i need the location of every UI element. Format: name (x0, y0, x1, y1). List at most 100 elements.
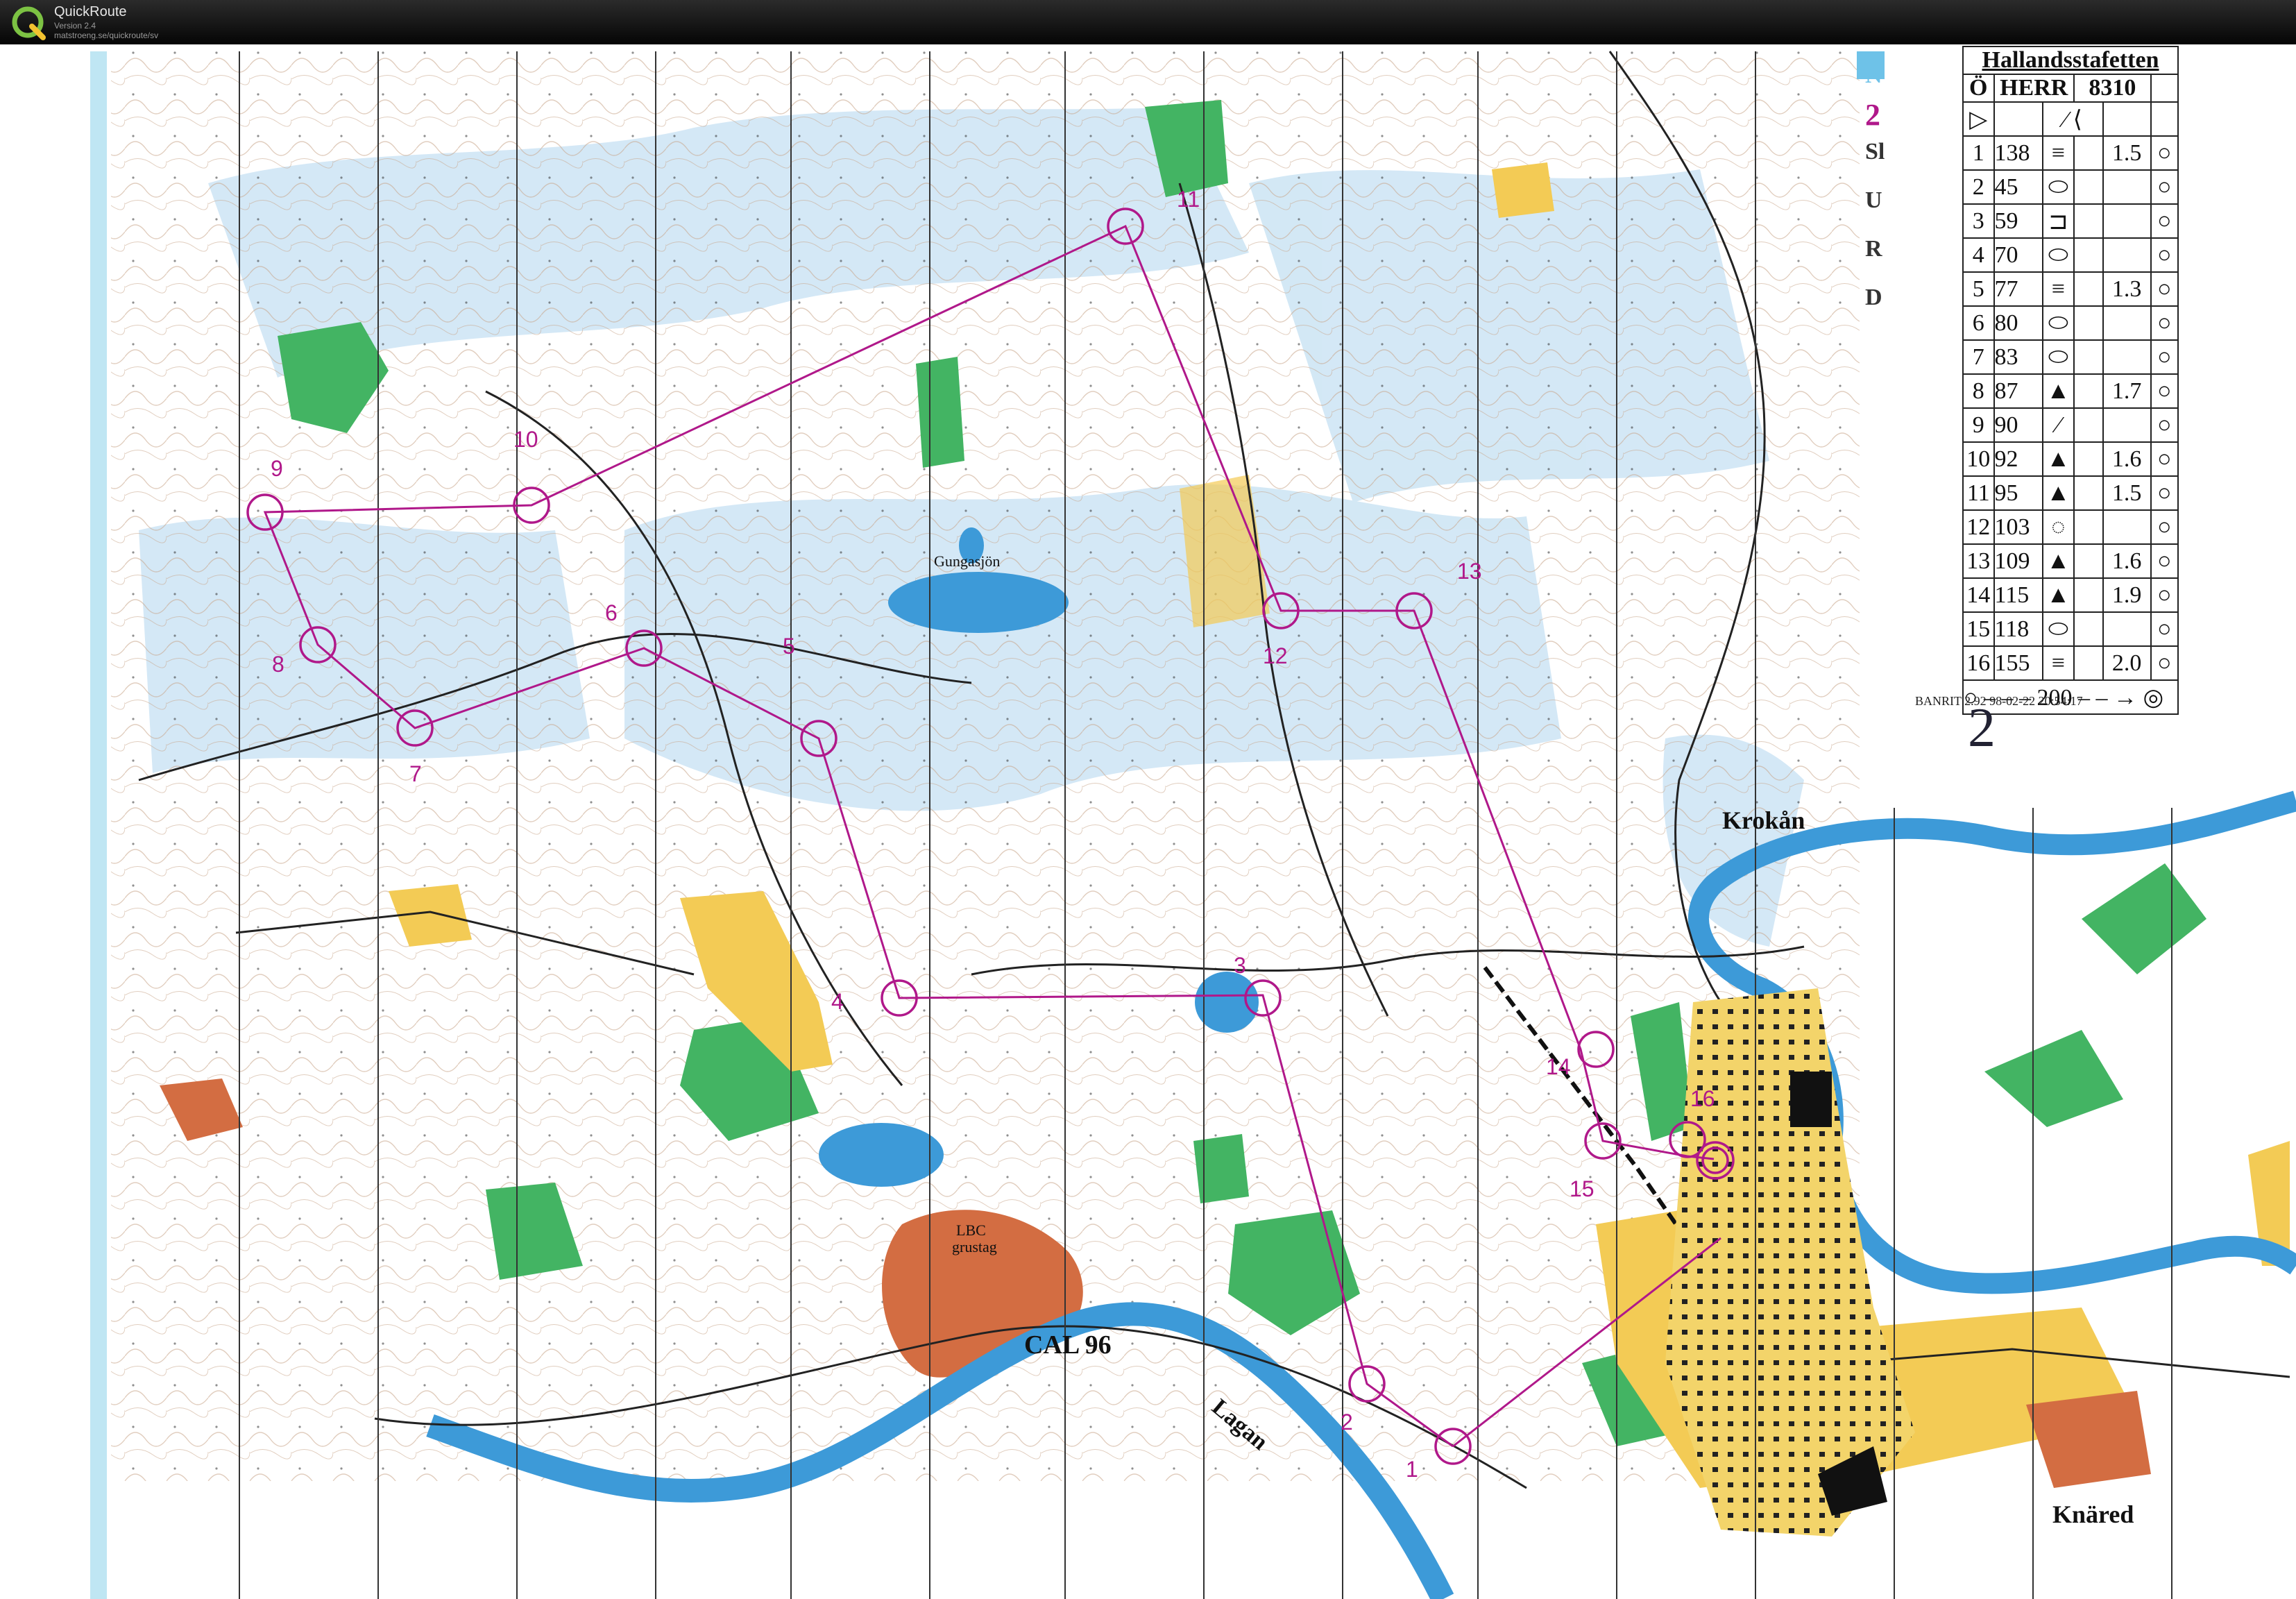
legend-n: N (1865, 62, 1882, 88)
row-number: 13 (1962, 543, 1995, 579)
row-spacer (2073, 543, 2104, 579)
row-distance (2102, 407, 2152, 443)
row-number: 3 (1962, 203, 1995, 239)
row-number: 15 (1962, 611, 1995, 647)
row-location-icon: ○ (2150, 441, 2179, 477)
row-number: 12 (1962, 509, 1995, 545)
control-number-10: 10 (513, 427, 538, 452)
description-row: 3 59 ⊐ ○ (1962, 203, 2179, 239)
row-feature-symbol-icon: ⁄ (2041, 407, 2075, 443)
control-description-sheet: Hallandsstafetten Ö HERR 8310 ▷ ⁄ ⟨ 1 138… (1962, 46, 2179, 716)
row-code: 70 (1993, 237, 2043, 273)
row-distance: 2.0 (2102, 645, 2152, 681)
row-distance: 1.5 (2102, 135, 2152, 171)
quickroute-logo-icon (12, 6, 46, 40)
row-location-icon: ○ (2150, 407, 2179, 443)
row-distance: 1.6 (2102, 441, 2152, 477)
finish-arrow-icon: – – → (2078, 684, 2138, 711)
row-spacer (2073, 237, 2104, 273)
row-spacer (2073, 339, 2104, 375)
row-spacer (2073, 475, 2104, 511)
map-left-edge (90, 51, 107, 1599)
control-number-5: 5 (783, 634, 795, 659)
row-location-icon: ○ (2150, 373, 2179, 409)
description-row: 11 95 ▲ 1.5 ○ (1962, 475, 2179, 511)
row-location-icon: ○ (2150, 645, 2179, 681)
row-spacer (2073, 169, 2104, 205)
row-location-icon: ○ (2150, 339, 2179, 375)
row-distance (2102, 237, 2152, 273)
row-location-icon: ○ (2150, 169, 2179, 205)
row-feature-symbol-icon: ▲ (2041, 475, 2075, 511)
row-number: 6 (1962, 305, 1995, 341)
description-row: 5 77 ≡ 1.3 ○ (1962, 271, 2179, 307)
label-krokan: Krokån (1722, 806, 1805, 834)
row-number: 1 (1962, 135, 1995, 171)
row-spacer (2073, 577, 2104, 613)
row-feature-symbol-icon: ▲ (2041, 577, 2075, 613)
legend-letter-d: D (1865, 285, 1882, 310)
row-spacer (2073, 611, 2104, 647)
row-spacer (2073, 373, 2104, 409)
app-url: matstroeng.se/quickroute/sv (54, 31, 159, 40)
course-footnote: BANRIT 2.92 98-02-22 20:54:17 (1915, 694, 2083, 708)
description-row: 1 138 ≡ 1.5 ○ (1962, 135, 2179, 171)
row-location-icon: ○ (2150, 237, 2179, 273)
row-number: 11 (1962, 475, 1995, 511)
orienteering-map[interactable]: 1 2 3 4 5 6 7 8 9 10 11 12 13 14 15 16 G… (0, 44, 2296, 1599)
row-feature-symbol-icon: ▲ (2041, 373, 2075, 409)
row-spacer (2073, 441, 2104, 477)
row-number: 5 (1962, 271, 1995, 307)
finish-double-circle-icon: ◎ (2143, 684, 2164, 711)
row-feature-symbol-icon: ◌ (2041, 509, 2075, 545)
description-row: 10 92 ▲ 1.6 ○ (1962, 441, 2179, 477)
row-distance (2102, 305, 2152, 341)
control-number-14: 14 (1546, 1054, 1571, 1079)
start-direction-icon: ⁄ ⟨ (2041, 101, 2104, 137)
row-number: 2 (1962, 169, 1995, 205)
legend-side-letters: N 2 Sl U R D (1865, 62, 1893, 333)
control-number-2: 2 (1341, 1410, 1353, 1435)
description-row: 13 109 ▲ 1.6 ○ (1962, 543, 2179, 579)
row-number: 9 (1962, 407, 1995, 443)
row-spacer (2073, 509, 2104, 545)
class-symbol: Ö (1962, 74, 1995, 103)
row-location-icon: ○ (2150, 305, 2179, 341)
row-feature-symbol-icon: ⬭ (2041, 339, 2075, 375)
label-grustag: grustag (952, 1238, 997, 1255)
row-code: 87 (1993, 373, 2043, 409)
row-location-icon: ○ (2150, 543, 2179, 579)
description-row: 6 80 ⬭ ○ (1962, 305, 2179, 341)
control-number-16: 16 (1690, 1086, 1715, 1111)
row-feature-symbol-icon: ⬭ (2041, 305, 2075, 341)
row-code: 83 (1993, 339, 2043, 375)
row-feature-symbol-icon: ▲ (2041, 543, 2075, 579)
control-number-7: 7 (409, 761, 422, 786)
row-code: 90 (1993, 407, 2043, 443)
description-table: Hallandsstafetten Ö HERR 8310 ▷ ⁄ ⟨ 1 138… (1962, 46, 2179, 715)
app-version: Version 2.4 (54, 21, 96, 31)
label-knared: Knäred (2052, 1500, 2134, 1528)
row-feature-symbol-icon: ⊐ (2041, 203, 2075, 239)
row-location-icon: ○ (2150, 271, 2179, 307)
row-feature-symbol-icon: ⬭ (2041, 169, 2075, 205)
legend-letter-sl: Sl (1865, 139, 1885, 164)
row-feature-symbol-icon: ▲ (2041, 441, 2075, 477)
label-cal96: CAL 96 (1024, 1330, 1112, 1360)
description-row: 15 118 ⬭ ○ (1962, 611, 2179, 647)
row-distance (2102, 339, 2152, 375)
row-code: 45 (1993, 169, 2043, 205)
class-name: HERR (1993, 74, 2075, 103)
row-feature-symbol-icon: ≡ (2041, 645, 2075, 681)
description-row: 14 115 ▲ 1.9 ○ (1962, 577, 2179, 613)
control-number-3: 3 (1234, 953, 1246, 978)
row-distance: 1.9 (2102, 577, 2152, 613)
label-lbc: LBC (956, 1221, 986, 1239)
description-row: 8 87 ▲ 1.7 ○ (1962, 373, 2179, 409)
row-spacer (2073, 305, 2104, 341)
description-row: 2 45 ⬭ ○ (1962, 169, 2179, 205)
handwritten-number: 2 (1968, 697, 1996, 759)
row-code: 138 (1993, 135, 2043, 171)
control-number-9: 9 (271, 456, 283, 481)
row-code: 80 (1993, 305, 2043, 341)
